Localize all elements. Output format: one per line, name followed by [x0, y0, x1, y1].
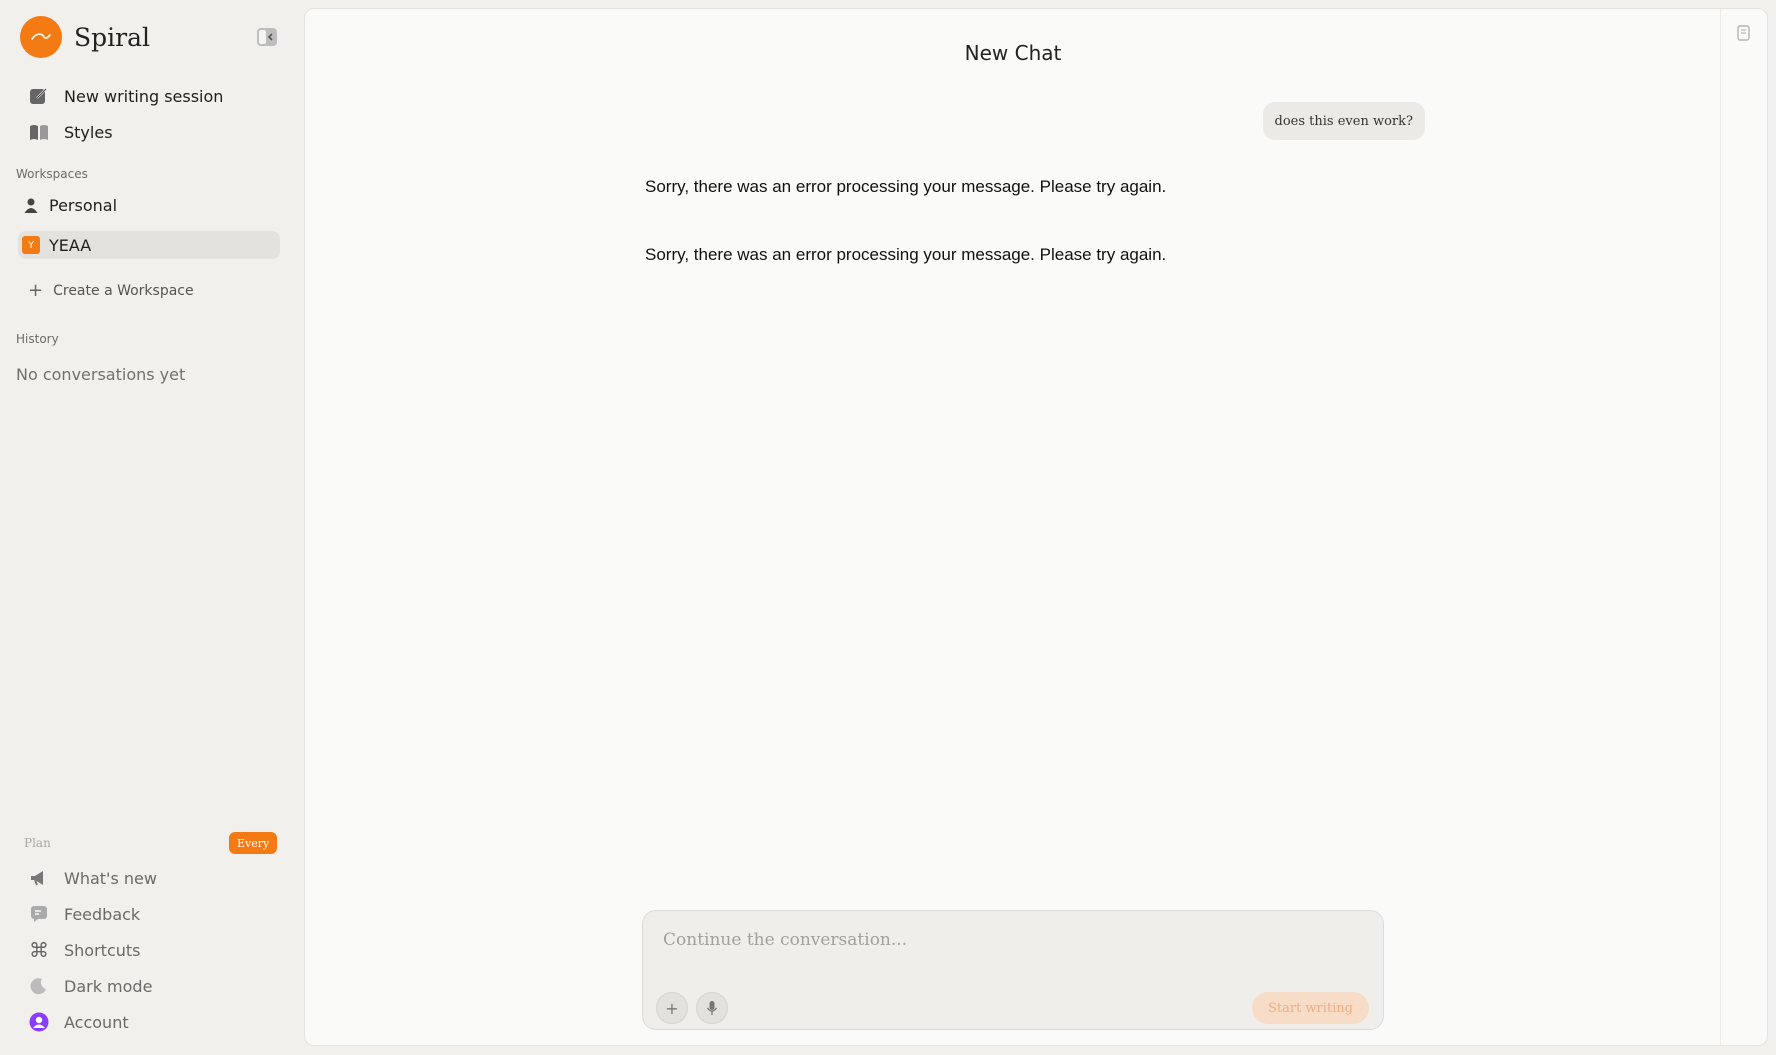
nav-account[interactable]: Account	[28, 1011, 129, 1033]
user-message: does this even work?	[1262, 102, 1425, 140]
plan-label: Plan	[24, 836, 51, 850]
feedback-icon	[28, 903, 50, 925]
chat-title: New Chat	[964, 41, 1062, 65]
assistant-message: Sorry, there was an error processing you…	[645, 177, 1167, 196]
attach-button[interactable]: +	[656, 992, 688, 1024]
nav-dark-mode[interactable]: Dark mode	[28, 975, 152, 997]
nav-label: New writing session	[64, 86, 224, 106]
nav-shortcuts[interactable]: ⌘ Shortcuts	[28, 938, 141, 962]
plus-icon: +	[28, 280, 44, 301]
person-icon	[21, 195, 41, 215]
history-label: History	[16, 332, 59, 346]
voice-button[interactable]	[696, 992, 728, 1024]
composer: + Start writing	[642, 910, 1384, 1030]
bottom-nav-label: Shortcuts	[64, 940, 141, 960]
account-icon	[28, 1011, 50, 1033]
moon-icon	[28, 975, 50, 997]
workspaces-label: Workspaces	[16, 167, 88, 181]
new-writing-icon	[28, 85, 50, 107]
megaphone-icon	[28, 867, 50, 889]
command-icon: ⌘	[29, 938, 49, 962]
microphone-icon	[706, 1001, 718, 1015]
nav-styles[interactable]: Styles	[28, 121, 113, 143]
spiral-logo-icon	[20, 16, 62, 58]
bottom-nav-label: Account	[64, 1012, 129, 1032]
create-workspace-button[interactable]: + Create a Workspace	[28, 280, 194, 301]
workspace-item-yeaa[interactable]: Y YEAA	[18, 231, 280, 259]
message-input[interactable]	[661, 929, 1355, 951]
history-empty-text: No conversations yet	[16, 365, 186, 384]
chat-panel: New Chat does this even work? Sorry, the…	[304, 8, 1768, 1046]
workspace-badge: Y	[22, 236, 40, 254]
workspace-item-personal[interactable]: Personal	[18, 191, 280, 219]
start-writing-button[interactable]: Start writing	[1251, 992, 1369, 1024]
right-rail	[1720, 9, 1767, 1045]
workspace-label: Personal	[49, 195, 118, 215]
document-icon[interactable]	[1736, 25, 1752, 43]
bottom-nav-label: Feedback	[64, 904, 141, 924]
nav-new-writing-session[interactable]: New writing session	[28, 85, 223, 107]
brand-name: Spiral	[74, 22, 150, 52]
sidebar-toggle-icon	[257, 28, 277, 46]
book-icon	[28, 121, 50, 143]
plus-icon: +	[665, 998, 679, 1018]
nav-label: Styles	[64, 122, 113, 142]
create-workspace-label: Create a Workspace	[53, 282, 194, 299]
bottom-nav-label: Dark mode	[64, 976, 153, 996]
nav-feedback[interactable]: Feedback	[28, 903, 140, 925]
brand[interactable]: Spiral	[20, 16, 150, 58]
plan-badge[interactable]: Every	[229, 832, 278, 854]
bottom-nav-label: What's new	[64, 868, 157, 888]
workspace-label: YEAA	[49, 235, 92, 255]
sidebar: Spiral New writing session Styles Worksp…	[0, 0, 300, 1055]
sidebar-collapse-button[interactable]	[255, 26, 279, 48]
assistant-message: Sorry, there was an error processing you…	[645, 245, 1167, 264]
nav-whats-new[interactable]: What's new	[28, 867, 157, 889]
workspace-badge-wrap: Y	[21, 235, 41, 255]
